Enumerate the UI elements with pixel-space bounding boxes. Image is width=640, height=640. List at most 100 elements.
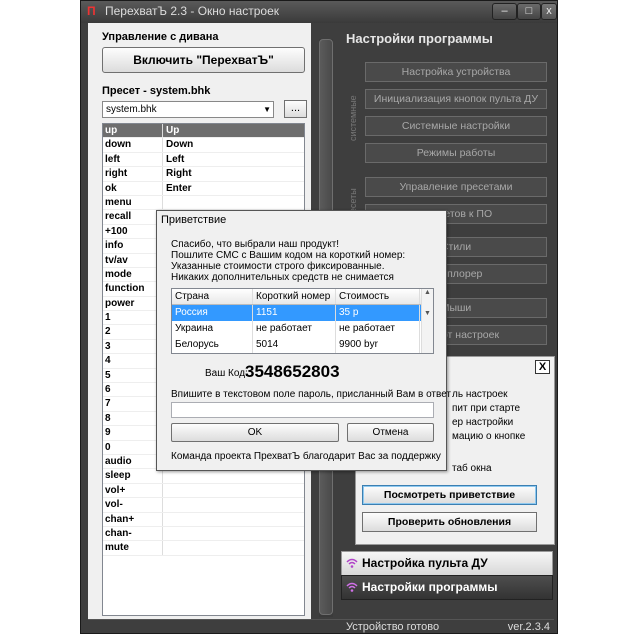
cell-cost: 35 р [336, 305, 420, 321]
key-name-cell: tv/av [103, 253, 163, 267]
tab-program-settings-label: Настройки программы [362, 580, 498, 594]
table-row[interactable]: left Left [103, 152, 304, 168]
key-name-cell: recall [103, 210, 163, 224]
key-name-cell: up [103, 124, 163, 138]
password-hint: Впишите в текстовом поле пароль, прислан… [171, 389, 452, 400]
key-name-cell: sleep [103, 469, 163, 483]
status-bar: Устройство готово ver.2.3.4 [88, 619, 554, 633]
key-name-cell: 6 [103, 383, 163, 397]
key-action-cell [163, 527, 304, 540]
key-name-cell: chan+ [103, 512, 163, 526]
preset-select[interactable]: system.bhk ▼ [102, 101, 274, 118]
subpanel-item[interactable]: ль настроек [452, 389, 508, 400]
check-updates-button[interactable]: Проверить обновления [362, 512, 537, 532]
ok-button[interactable]: OK [171, 423, 339, 442]
table-row[interactable]: Белорусь 5014 9900 byr [172, 337, 433, 353]
key-action-cell [163, 513, 304, 526]
key-name-cell: 5 [103, 368, 163, 383]
key-name-cell: right [103, 167, 163, 181]
maximize-button[interactable]: □ [517, 3, 541, 20]
key-action-cell [163, 196, 304, 209]
key-name-cell: 4 [103, 354, 163, 368]
title-bar: П ПерехватЪ 2.3 - Окно настроек – □ x [81, 1, 557, 23]
key-name-cell: 3 [103, 339, 163, 354]
view-greeting-button[interactable]: Посмотреть приветствие [362, 485, 537, 505]
cell-cost: не работает [336, 321, 420, 337]
greeting-dialog: Приветствие Спасибо, что выбрали наш про… [156, 210, 451, 471]
manage-presets-button[interactable]: Управление пресетами [365, 177, 547, 197]
key-name-cell: function [103, 282, 163, 296]
subpanel-item[interactable]: пит при старте [452, 403, 520, 414]
key-name-cell: down [103, 138, 163, 152]
key-name-cell: info [103, 239, 163, 253]
browse-preset-button[interactable]: ... [284, 100, 307, 118]
minimize-button[interactable]: – [492, 3, 517, 20]
cell-cost: 9900 byr [336, 337, 420, 353]
key-name-cell: power [103, 296, 163, 311]
table-row[interactable]: chan+ [103, 512, 304, 527]
cancel-button[interactable]: Отмена [347, 423, 434, 442]
table-row[interactable]: ok Enter [103, 181, 304, 196]
key-name-cell: chan- [103, 526, 163, 541]
app-icon: П [87, 4, 96, 18]
key-name-cell: vol+ [103, 483, 163, 498]
table-header: Страна Короткий номер Стоимость [172, 289, 433, 305]
key-name-cell: 1 [103, 311, 163, 325]
table-row[interactable]: up Up [103, 124, 304, 139]
preset-heading: Пресет - system.bhk [102, 85, 211, 97]
table-row[interactable]: chan- [103, 526, 304, 542]
signal-icon [346, 579, 358, 601]
subpanel-item[interactable]: таб окна [452, 463, 492, 474]
close-icon[interactable]: X [535, 360, 550, 374]
code-label: Ваш Код: [205, 368, 248, 379]
subpanel-item[interactable]: ер настройки [452, 417, 513, 428]
table-row[interactable]: Россия 1151 35 р [172, 305, 433, 321]
key-name-cell: 7 [103, 397, 163, 411]
tab-program-settings[interactable]: Настройки программы [341, 575, 553, 600]
table-scrollbar[interactable]: ▲ ▼ [421, 289, 433, 353]
close-button[interactable]: x [541, 3, 557, 20]
sms-numbers-table[interactable]: Страна Короткий номер Стоимость Россия 1… [171, 288, 434, 354]
key-name-cell: mode [103, 267, 163, 282]
couch-control-heading: Управление с дивана [102, 31, 219, 43]
table-row[interactable]: right Right [103, 167, 304, 182]
password-input[interactable] [171, 402, 434, 418]
cell-country: Россия [172, 305, 253, 321]
column-cost[interactable]: Стоимость [336, 289, 420, 304]
subpanel-item[interactable]: мацию о кнопке [452, 431, 525, 442]
work-modes-button[interactable]: Режимы работы [365, 143, 547, 163]
key-name-cell: 0 [103, 440, 163, 454]
key-name-cell: 9 [103, 426, 163, 440]
table-row[interactable]: Украина не работает не работает [172, 321, 433, 337]
system-settings-button[interactable]: Системные настройки [365, 116, 547, 136]
dialog-message: Спасибо, что выбрали наш продукт! Пошлит… [171, 239, 405, 283]
table-row[interactable]: down Down [103, 138, 304, 153]
init-remote-buttons-button[interactable]: Инициализация кнопок пульта ДУ [365, 89, 547, 109]
key-action-cell: Down [166, 139, 194, 151]
enable-perehvat-button[interactable]: Включить "ПерехватЪ" [102, 47, 305, 73]
key-name-cell: ok [103, 181, 163, 195]
cell-number: 1151 [253, 305, 336, 321]
key-name-cell: left [103, 152, 163, 167]
table-row[interactable]: vol+ [103, 483, 304, 499]
device-settings-button[interactable]: Настройка устройства [365, 62, 547, 82]
preset-select-value: system.bhk [106, 104, 157, 115]
dialog-line: Спасибо, что выбрали наш продукт! [171, 239, 340, 250]
table-row[interactable]: mute [103, 541, 304, 556]
chevron-down-icon: ▼ [263, 105, 271, 114]
column-country[interactable]: Страна [172, 289, 253, 304]
key-action-cell [163, 498, 304, 511]
tab-remote-settings[interactable]: Настройка пульта ДУ [341, 551, 553, 576]
status-text: Устройство готово [346, 621, 440, 633]
table-row[interactable]: vol- [103, 498, 304, 513]
key-name-cell: vol- [103, 498, 163, 512]
column-short-number[interactable]: Короткий номер [253, 289, 336, 304]
dialog-title: Приветствие [161, 214, 227, 226]
table-row[interactable]: menu [103, 195, 304, 211]
key-action-cell: Enter [166, 182, 192, 194]
cell-number: не работает [253, 321, 336, 337]
key-name-cell: 2 [103, 325, 163, 339]
table-row[interactable]: sleep [103, 469, 304, 484]
key-name-cell: audio [103, 454, 163, 469]
key-action-cell [163, 484, 304, 497]
